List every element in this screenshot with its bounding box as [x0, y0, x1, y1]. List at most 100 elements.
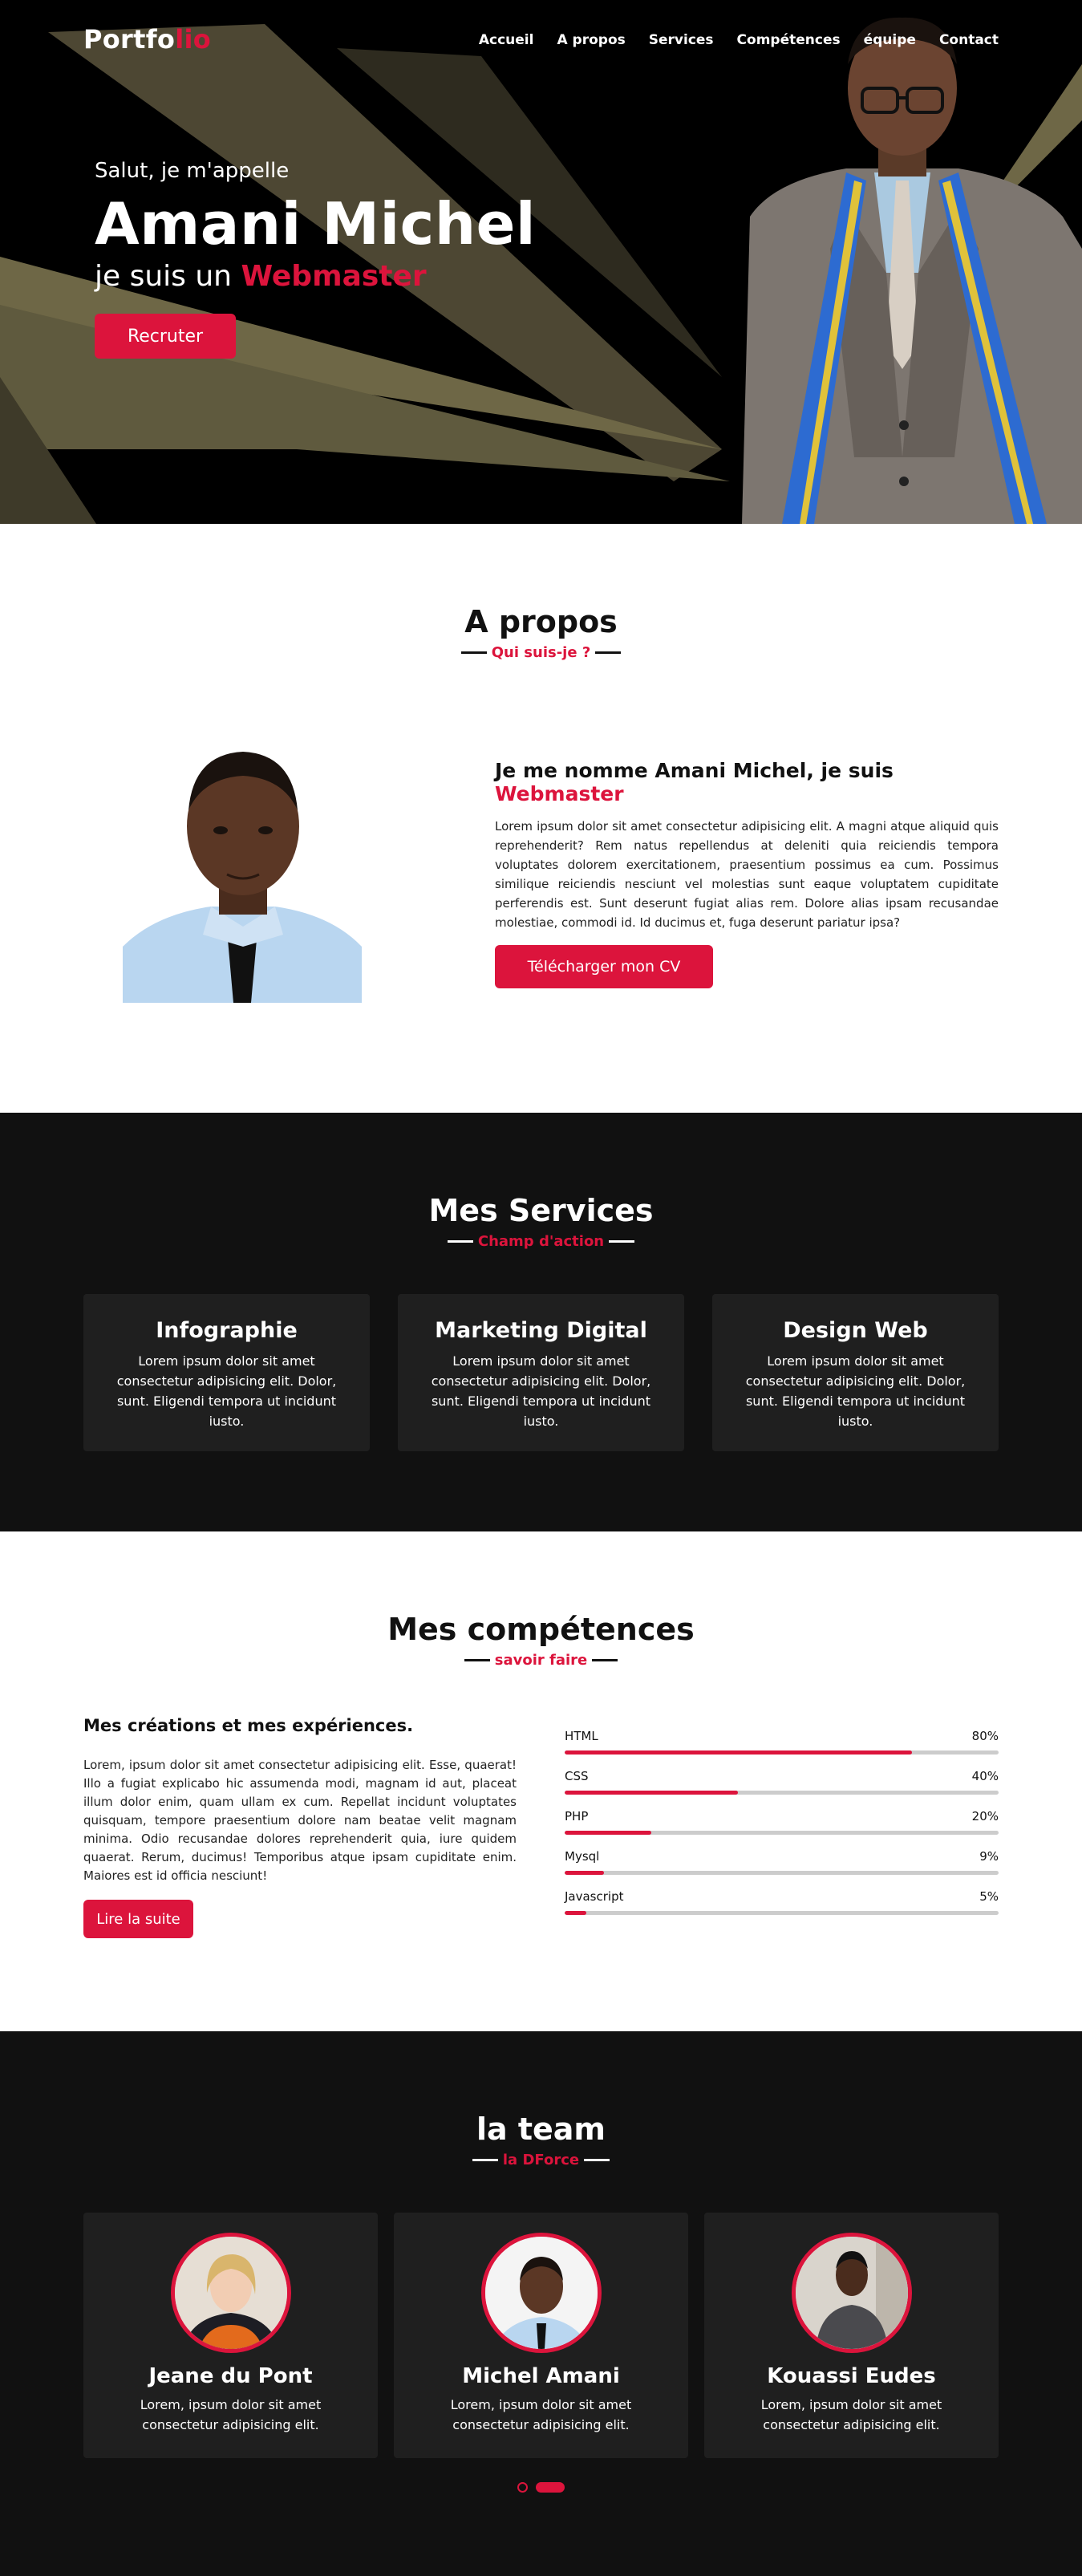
carousel-dots [0, 2482, 1082, 2493]
skill-progress-bar [565, 1871, 999, 1875]
nav-link-equipe[interactable]: équipe [864, 32, 916, 48]
skill-css: CSS 40% [565, 1769, 999, 1809]
team-member-name: Kouassi Eudes [767, 2364, 936, 2388]
services-subtitle-text: Champ d'action [477, 1233, 605, 1250]
skill-progress-bar [565, 1831, 999, 1835]
team-title: la team [476, 2112, 606, 2147]
services-grid: Infographie Lorem ipsum dolor sit amet c… [83, 1294, 999, 1451]
team-member-text: Lorem, ipsum dolor sit amet consectetur … [760, 2397, 942, 2432]
skill-html: HTML 80% [565, 1729, 999, 1769]
about-subtitle: Qui suis-je ? [0, 644, 1082, 661]
nav-link-contact[interactable]: Contact [939, 32, 999, 48]
skill-progress-fill [565, 1791, 739, 1795]
team-member-name: Jeane du Pont [148, 2364, 313, 2388]
team-card: Kouassi Eudes Lorem, ipsum dolor sit ame… [704, 2213, 999, 2458]
hero-role: je suis un Webmaster [95, 260, 427, 293]
team-subtitle: la DForce [0, 2152, 1082, 2168]
skill-percent: 80% [971, 1729, 999, 1743]
skill-percent: 5% [979, 1889, 999, 1904]
skill-progress-fill [565, 1871, 604, 1875]
navbar: Portfolio Accueil A propos Services Comp… [0, 0, 1082, 80]
team-member-text: Lorem, ipsum dolor sit amet consectetur … [450, 2397, 632, 2432]
skills-text-block: Mes créations et mes expériences. Lorem,… [83, 1716, 517, 1938]
hero-section: Portfolio Accueil A propos Services Comp… [0, 0, 1082, 524]
skill-percent: 40% [971, 1769, 999, 1783]
subtitle-line-left [460, 651, 487, 654]
avatar [791, 2233, 912, 2353]
read-more-button[interactable]: Lire la suite [83, 1900, 193, 1938]
nav-link-accueil[interactable]: Accueil [479, 32, 534, 48]
carousel-dot-1[interactable] [517, 2482, 528, 2493]
subtitle-line-right [584, 2159, 610, 2161]
team-section: la team la DForce Jeane du Pont Lorem, i… [0, 2031, 1082, 2576]
avatar [480, 2233, 602, 2353]
hero-greeting: Salut, je m'appelle [95, 159, 290, 183]
hire-button[interactable]: Recruter [95, 314, 236, 359]
service-title: Infographie [156, 1318, 298, 1343]
subtitle-line-right [609, 1240, 635, 1243]
service-title: Design Web [783, 1318, 928, 1343]
subtitle-line-right [595, 651, 622, 654]
skill-progress-bar [565, 1750, 999, 1755]
service-card-infographie: Infographie Lorem ipsum dolor sit amet c… [83, 1294, 370, 1451]
skill-progress-bar [565, 1911, 999, 1915]
about-subtitle-text: Qui suis-je ? [491, 644, 591, 661]
skills-title: Mes compétences [387, 1612, 695, 1647]
skill-mysql: Mysql 9% [565, 1849, 999, 1889]
avatar [170, 2233, 291, 2353]
about-heading: Je me nomme Amani Michel, je suis Webmas… [495, 759, 894, 805]
about-paragraph: Lorem ipsum dolor sit amet consectetur a… [495, 819, 999, 930]
skill-bars: HTML 80% CSS 40% PHP 20% Mysql 9% Javascript… [565, 1729, 999, 1929]
team-card: Michel Amani Lorem, ipsum dolor sit amet… [394, 2213, 688, 2458]
skill-name: CSS [565, 1769, 589, 1783]
team-grid: Jeane du Pont Lorem, ipsum dolor sit ame… [83, 2213, 999, 2458]
team-member-text: Lorem, ipsum dolor sit amet consectetur … [140, 2397, 322, 2432]
hero-portrait-image [742, 17, 1082, 524]
service-card-design-web: Design Web Lorem ipsum dolor sit amet co… [712, 1294, 999, 1451]
service-card-marketing: Marketing Digital Lorem ipsum dolor sit … [398, 1294, 684, 1451]
hero-text: Salut, je m'appelle Amani Michel je suis… [95, 159, 536, 359]
skill-php: PHP 20% [565, 1809, 999, 1849]
download-cv-button[interactable]: Télécharger mon CV [495, 945, 713, 988]
team-subtitle-text: la DForce [502, 2152, 580, 2168]
skills-heading: Mes créations et mes expériences. [83, 1716, 414, 1735]
subtitle-line-left [472, 2159, 498, 2161]
skill-name: PHP [565, 1809, 589, 1823]
skill-progress-bar [565, 1791, 999, 1795]
subtitle-line-left [447, 1240, 473, 1243]
skills-subtitle: savoir faire [0, 1652, 1082, 1669]
services-subtitle: Champ d'action [0, 1233, 1082, 1250]
skills-section: Mes compétences savoir faire Mes créatio… [0, 1531, 1082, 2031]
team-member-name: Michel Amani [462, 2364, 620, 2388]
subtitle-line-right [592, 1659, 618, 1661]
service-text: Lorem ipsum dolor sit amet consectetur a… [745, 1353, 966, 1429]
skill-name: Mysql [565, 1849, 600, 1864]
skills-paragraph: Lorem, ipsum dolor sit amet consectetur … [83, 1758, 517, 1883]
skill-progress-fill [565, 1831, 652, 1835]
nav-link-services[interactable]: Services [649, 32, 714, 48]
skill-progress-fill [565, 1750, 912, 1755]
about-title: A propos [464, 604, 618, 639]
team-card: Jeane du Pont Lorem, ipsum dolor sit ame… [83, 2213, 378, 2458]
skill-percent: 20% [971, 1809, 999, 1823]
skill-javascript: Javascript 5% [565, 1889, 999, 1929]
carousel-dot-2-active[interactable] [536, 2482, 565, 2493]
hero-name: Amani Michel [95, 190, 537, 258]
nav-link-competences[interactable]: Compétences [737, 32, 841, 48]
service-title: Marketing Digital [435, 1318, 647, 1343]
about-text-block: Je me nomme Amani Michel, je suis Webmas… [495, 759, 999, 988]
services-section: Mes Services Champ d'action Infographie … [0, 1113, 1082, 1531]
skill-percent: 9% [979, 1849, 999, 1864]
services-title: Mes Services [428, 1193, 654, 1228]
skill-progress-fill [565, 1911, 587, 1915]
service-text: Lorem ipsum dolor sit amet consectetur a… [116, 1353, 337, 1429]
skills-subtitle-text: savoir faire [494, 1652, 588, 1669]
skill-name: Javascript [565, 1889, 624, 1904]
skill-name: HTML [565, 1729, 598, 1743]
subtitle-line-left [464, 1659, 490, 1661]
service-text: Lorem ipsum dolor sit amet consectetur a… [431, 1353, 651, 1429]
nav-link-a-propos[interactable]: A propos [557, 32, 625, 48]
logo[interactable]: Portfolio [83, 24, 211, 55]
nav-menu: Accueil A propos Services Compétences éq… [479, 32, 999, 48]
about-photo [123, 734, 362, 1003]
